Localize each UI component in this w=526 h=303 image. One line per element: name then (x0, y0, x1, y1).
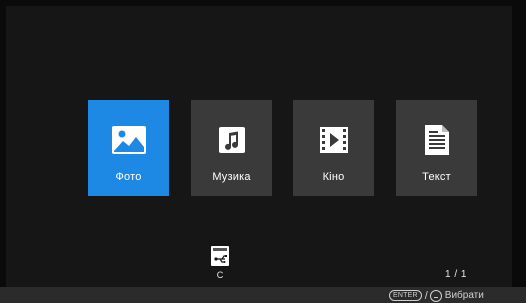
menu-item-movie[interactable]: Кіно (293, 100, 374, 196)
menu-item-label: Музика (212, 171, 251, 183)
enter-key-badge: ENTER (389, 290, 422, 301)
document-text-icon (417, 120, 457, 160)
menu-item-music[interactable]: Музика (191, 100, 272, 196)
usb-drive-icon (211, 246, 229, 266)
photo-icon (109, 120, 149, 160)
hint-separator: / (424, 289, 428, 302)
music-note-icon (212, 120, 252, 160)
select-hint: ENTER / Вибрати (389, 289, 484, 302)
menu-item-label: Текст (422, 171, 451, 183)
device-selector[interactable]: C (208, 244, 232, 280)
select-hint-label: Вибрати (444, 290, 484, 301)
media-player-screen: Фото Музика Кіно Текст C 1 / 1 ENTER / В… (0, 0, 526, 303)
menu-item-label: Кіно (322, 171, 345, 183)
menu-item-text[interactable]: Текст (396, 100, 477, 196)
frame-edge-top (0, 0, 526, 6)
page-indicator: 1 / 1 (445, 269, 467, 280)
frame-edge-left (0, 0, 6, 303)
device-label: C (216, 270, 224, 280)
ok-button-icon (429, 289, 442, 302)
film-play-icon (314, 120, 354, 160)
menu-item-photo[interactable]: Фото (88, 100, 169, 196)
frame-edge-right (512, 0, 526, 303)
menu-item-label: Фото (115, 171, 142, 183)
